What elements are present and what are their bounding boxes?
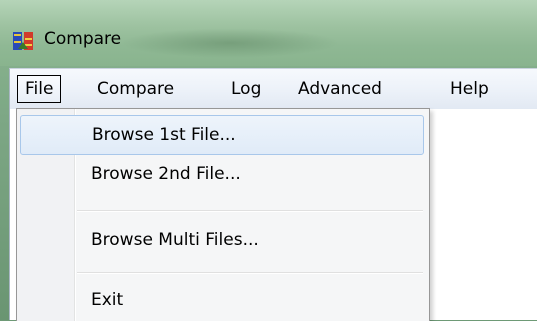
menu-item-label: Exit (91, 290, 124, 310)
title-bar[interactable]: Compare (0, 0, 537, 66)
app-window: Compare File Compare Log Advanced Help B… (0, 0, 537, 321)
menu-item-label: Browse Multi Files... (91, 230, 259, 250)
menu-item-label: Browse 1st File... (92, 125, 236, 145)
window-border-left (0, 108, 9, 320)
menu-bar: File Compare Log Advanced Help (9, 68, 537, 109)
menu-help[interactable]: Help (450, 78, 489, 100)
compare-app-icon[interactable] (12, 30, 34, 52)
menu-compare[interactable]: Compare (97, 78, 174, 100)
menu-separator (77, 210, 423, 212)
menu-item-browse-1st-file[interactable]: Browse 1st File... (20, 115, 424, 155)
menu-separator (77, 272, 423, 274)
menu-advanced[interactable]: Advanced (298, 78, 382, 100)
window-title: Compare (44, 29, 122, 49)
menu-file[interactable]: File (17, 75, 62, 103)
file-dropdown-menu: Browse 1st File... Browse 2nd File... Br… (16, 108, 430, 321)
menu-item-label: Browse 2nd File... (91, 164, 241, 184)
menu-log[interactable]: Log (231, 78, 261, 100)
menu-item-exit[interactable]: Exit (20, 281, 424, 319)
menu-item-browse-multi-files[interactable]: Browse Multi Files... (20, 221, 424, 259)
menu-item-browse-2nd-file[interactable]: Browse 2nd File... (20, 155, 424, 193)
